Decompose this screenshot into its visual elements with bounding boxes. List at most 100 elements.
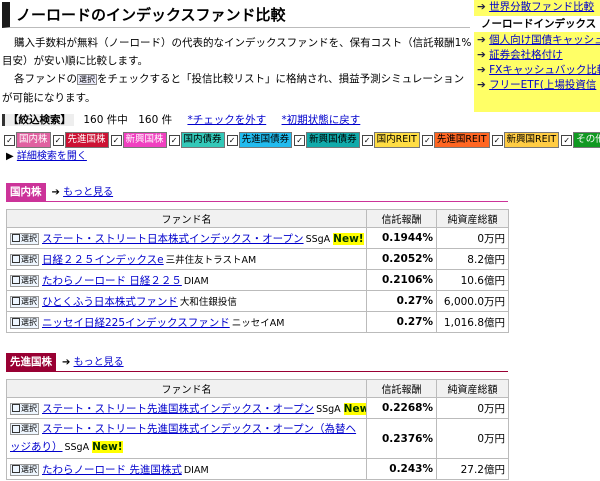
fund-name-link[interactable]: ステート・ストリート先進国株式インデックス・オープン（為替ヘッジあり） [10,423,356,453]
filter-checkbox[interactable]: ✓ [561,134,573,146]
category-filter[interactable]: ✓ 新興国株 [110,132,167,148]
category-filter[interactable]: ✓ 国内債券 [168,132,225,148]
category-filter[interactable]: ✓ 国内REIT [361,132,420,148]
fund-company: SSgA [64,442,90,453]
filter-tag-label: 新興国債券 [306,132,360,148]
fund-name-cell: 選択 ひとくふう日本株式ファンド 大和住銀投信 [6,290,367,312]
section-title: 国内株 [6,183,46,202]
filter-tag-label: 新興国株 [122,132,167,148]
select-checkbox[interactable]: 選択 [10,274,39,287]
detail-search-link[interactable]: 詳細検索を開く [17,151,87,162]
checkbox-icon [12,297,20,305]
sidebar-item-world-fund[interactable]: ➔ 世界分散ファンド比較 [474,0,600,15]
category-filter[interactable]: ✓ 先進国REIT [421,132,490,148]
fund-name-link[interactable]: 日経２２５インデックスe [42,254,164,266]
fund-name-link[interactable]: ニッセイ日経225インデックスファンド [42,317,230,329]
fund-fee: 0.2376% [366,418,437,459]
category-filter[interactable]: ✓ 新興国REIT [491,132,560,148]
more-link[interactable]: ➔ もっと見る [52,187,114,198]
filter-checkbox[interactable]: ✓ [226,134,238,146]
sidebar-item-free-etf[interactable]: ➔ フリーETF(上場投資信 [474,78,600,93]
sidebar-link[interactable]: フリーETF(上場投資信 [489,79,596,91]
section-divider [6,371,508,372]
filter-checkbox[interactable]: ✓ [52,134,64,146]
fund-name-link[interactable]: たわらノーロード 日経２２５ [42,275,182,287]
fund-name-link[interactable]: たわらノーロード 先進国株式 [42,464,182,476]
section-header: 国内株 ➔ もっと見る [6,182,113,202]
intro-paragraph-2: 各ファンドの 選択 をチェックすると「投信比較リスト」に格納され、損益予測シミュレー… [2,70,472,107]
table-row: 選択 たわらノーロード 日経２２５ DIAM 0.2106% 10.6億円 [6,269,509,291]
fund-net-assets: 1,016.8億円 [436,311,509,333]
filter-checkbox[interactable]: ✓ [294,134,306,146]
fund-fee: 0.2052% [366,248,437,270]
select-label: 選択 [21,254,37,264]
category-filter[interactable]: ✓ 先進国債券 [226,132,293,148]
category-filter[interactable]: ✓ 国内株 [4,132,51,148]
filter-label: 【絞込検索】 [2,114,74,126]
uncheck-all-link[interactable]: *チェックを外す [187,114,266,126]
filter-checkbox[interactable]: ✓ [361,134,373,146]
table-row: 選択 ステート・ストリート先進国株式インデックス・オープン（為替ヘッジあり） SSg… [6,418,509,459]
table-row: 選択 ひとくふう日本株式ファンド 大和住銀投信 0.27% 6,000.0万円 [6,290,509,312]
sidebar-item-fx-cashback[interactable]: ➔ FXキャッシュバック比較 [474,63,600,78]
intro-paragraph-1: 購入手数料が無料（ノーロード）の代表的なインデックスファンドを、保有コスト（信託… [2,37,472,67]
sidebar-link[interactable]: FXキャッシュバック比較 [489,64,600,76]
select-checkbox[interactable]: 選択 [10,295,39,308]
sidebar-item-broker-rating[interactable]: ➔ 証券会社格付け [474,48,600,63]
select-checkbox[interactable]: 選択 [10,253,39,266]
fund-company: SSgA [305,233,331,245]
filter-tag-label: 国内REIT [373,132,420,148]
category-filter[interactable]: ✓ 新興国債券 [294,132,360,148]
filter-tag-label: 国内債券 [180,132,225,148]
page-title: ノーロードのインデックスファンド比較 [2,2,470,28]
select-checkbox[interactable]: 選択 [10,423,39,435]
filter-checkbox[interactable]: ✓ [4,134,15,146]
select-checkbox[interactable]: 選択 [10,316,39,329]
filter-checkbox[interactable]: ✓ [168,134,180,146]
category-filter[interactable]: ✓ 先進国株 [52,132,109,148]
select-label: 選択 [21,464,37,474]
new-badge: New! [333,232,364,245]
fund-name-link[interactable]: ステート・ストリート先進国株式インデックス・オープン [42,403,314,415]
fund-company: ニッセイAM [231,317,285,329]
arrow-icon: ➔ [477,34,490,46]
checkbox-icon [12,424,20,433]
sidebar-link[interactable]: 世界分散ファンド比較 [489,1,594,13]
filter-checkbox[interactable]: ✓ [421,134,433,146]
fund-company: SSgA [316,403,341,415]
sidebar-item-jgb[interactable]: ➔ 個人向け国債キャッシュ [474,33,600,48]
select-label: 選択 [21,403,37,413]
fund-company: DIAM [183,464,209,476]
filter-tag-label: 先進国REIT [433,132,490,148]
reset-filter-link[interactable]: *初期状態に戻す [282,114,361,126]
column-header-fee: 信託報酬 [366,209,437,228]
category-filter-bar: ✓ 国内株 ✓ 先進国株 ✓ 新興国株 ✓ 国内債券 ✓ 先進国債券 ✓ 新興国債券 ✓ 国内REIT ✓ 先… [4,132,600,148]
sidebar-link[interactable]: 個人向け国債キャッシュ [489,34,600,46]
select-label: 選択 [21,424,37,433]
column-header-name: ファンド名 [6,379,367,398]
table-row: 選択 ステート・ストリート日本株式インデックス・オープン SSgA New! 0.194… [6,227,509,249]
fund-net-assets: 10.6億円 [436,269,509,291]
fund-name-link[interactable]: ステート・ストリート日本株式インデックス・オープン [42,233,304,245]
new-badge: New! [92,441,123,453]
select-label: 選択 [21,317,37,327]
filter-tag-label: 先進国株 [64,132,109,148]
more-anchor[interactable]: もっと見る [74,357,124,368]
checkbox-icon [12,255,20,263]
sidebar-link[interactable]: 証券会社格付け [489,49,563,61]
fund-fee: 0.27% [366,290,437,312]
select-checkbox[interactable]: 選択 [10,463,39,476]
fund-fee: 0.1944% [366,227,437,249]
filter-checkbox[interactable]: ✓ [491,134,503,146]
filter-checkbox[interactable]: ✓ [110,134,122,146]
category-filter[interactable]: ✓その他 [561,132,600,148]
fund-table: ファンド名 信託報酬 純資産総額 選択 ステート・ストリート日本株式インデックス・オープ… [6,209,509,333]
sidebar-item-noload-index[interactable]: ノーロードインデックス [474,16,600,32]
more-anchor[interactable]: もっと見る [63,187,113,198]
fund-net-assets: 6,000.0万円 [436,290,509,312]
detail-search-toggle[interactable]: ▶ 詳細検索を開く [6,150,87,164]
more-link[interactable]: ➔ もっと見る [62,357,124,368]
select-checkbox[interactable]: 選択 [10,232,39,245]
select-checkbox[interactable]: 選択 [10,402,39,415]
fund-name-link[interactable]: ひとくふう日本株式ファンド [42,296,178,308]
